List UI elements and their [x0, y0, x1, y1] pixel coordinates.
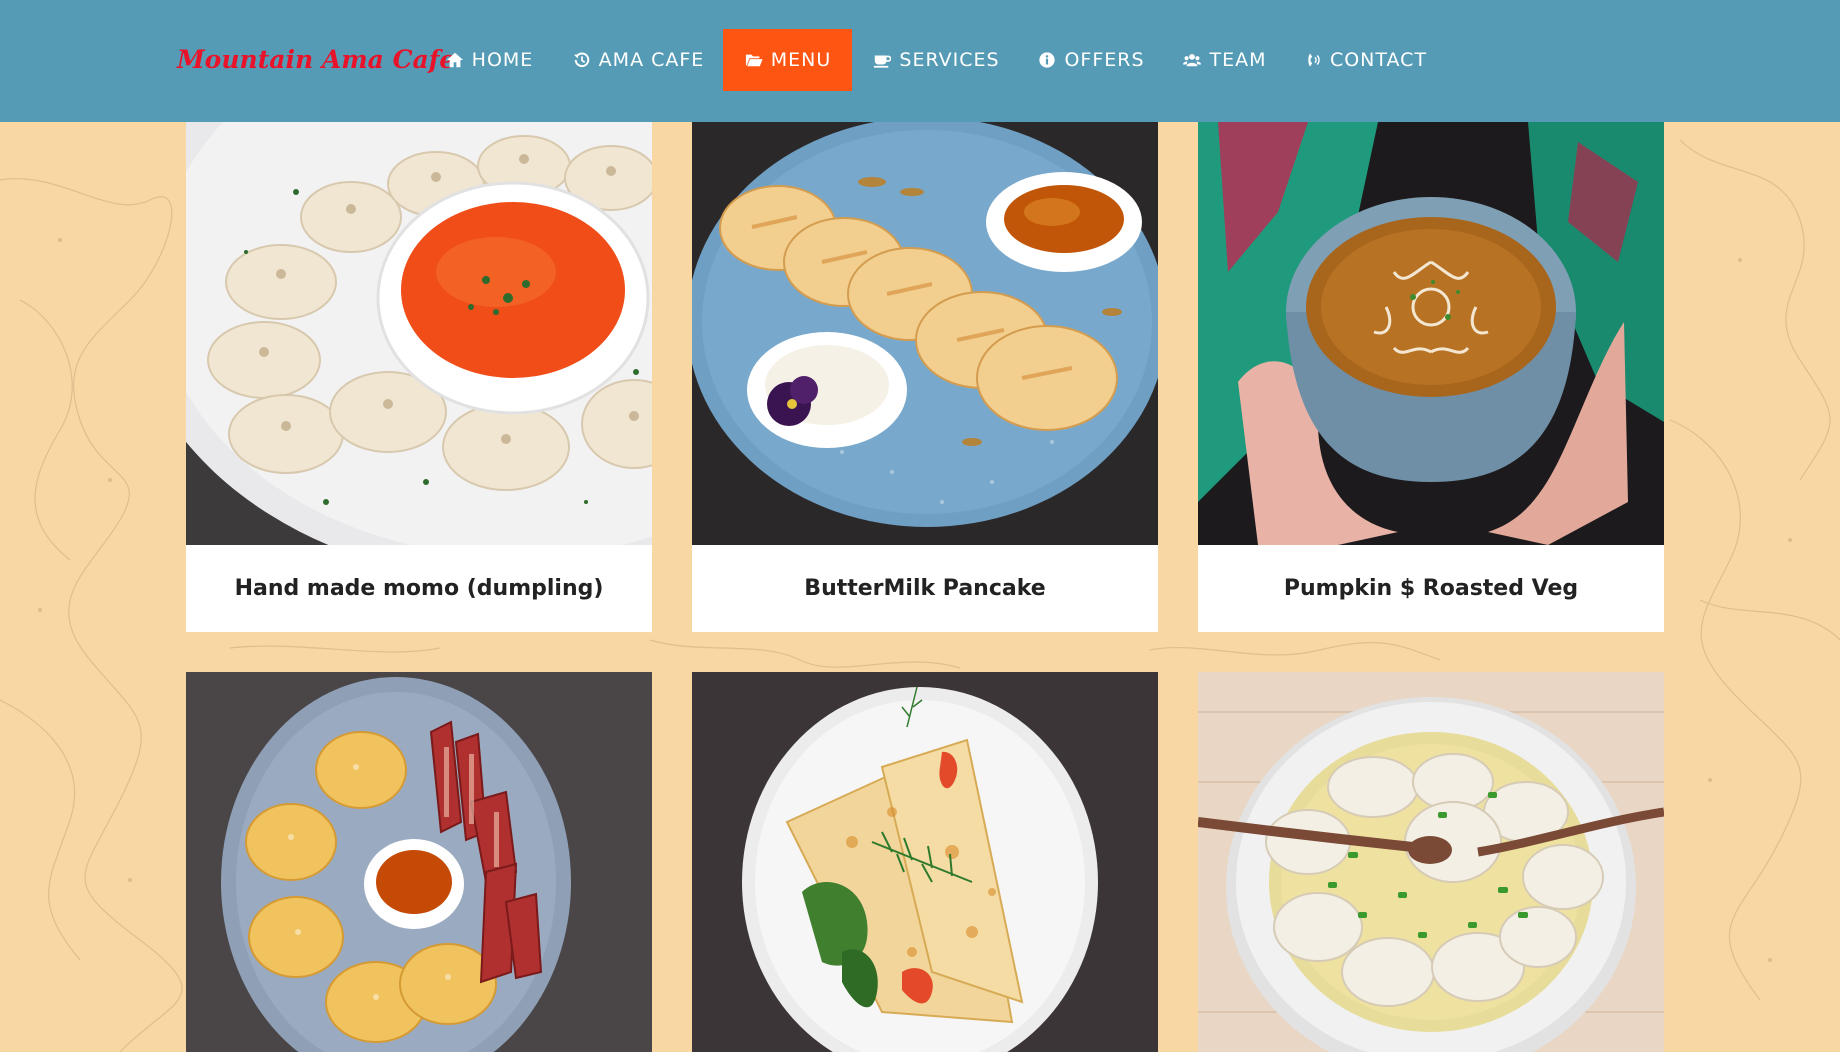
nav-item-home-label: HOME [471, 49, 534, 71]
menu-card[interactable] [186, 672, 652, 1052]
nav-item-contact[interactable]: CONTACT [1305, 29, 1427, 91]
nav-item-services[interactable]: SERVICES [869, 29, 1003, 91]
nav-item-home[interactable]: HOME [438, 29, 540, 91]
pancake-bacon-plate-image [186, 672, 652, 1052]
pumpkin-soup-image [1198, 122, 1664, 545]
nav-item-contact-label: CONTACT [1329, 49, 1428, 71]
top-navbar: Mountain Ama Cafe HOME AMA CAFE MENU SER… [0, 0, 1840, 122]
menu-item-title: ButterMilk Pancake [692, 545, 1158, 632]
coffee-cup-icon [872, 50, 892, 70]
history-icon [572, 50, 592, 70]
menu-card[interactable]: Hand made momo (dumpling) [186, 122, 652, 632]
crepe-plate-image [692, 672, 1158, 1052]
site-logo[interactable]: Mountain Ama Cafe [177, 38, 455, 82]
menu-card[interactable]: ButterMilk Pancake [692, 122, 1158, 632]
nav-item-team-label: TEAM [1209, 49, 1267, 71]
menu-card[interactable] [1198, 672, 1664, 1052]
nav-item-services-label: SERVICES [899, 49, 1000, 71]
menu-card[interactable] [692, 672, 1158, 1052]
nav-item-ama-cafe-label: AMA CAFE [598, 49, 705, 71]
nav-item-menu-label: MENU [770, 49, 832, 71]
nav-item-team[interactable]: TEAM [1181, 29, 1268, 91]
menu-item-title: Pumpkin $ Roasted Veg [1198, 545, 1664, 632]
home-icon [445, 50, 465, 70]
nav-item-ama-cafe[interactable]: AMA CAFE [567, 29, 709, 91]
dumpling-soup-image [1198, 672, 1664, 1052]
momo-plate-image [186, 122, 652, 545]
menu-item-title: Hand made momo (dumpling) [186, 545, 652, 632]
nav-item-offers[interactable]: OFFERS [1036, 29, 1146, 91]
users-icon [1182, 50, 1202, 70]
folder-open-icon [744, 50, 764, 70]
menu-card[interactable]: Pumpkin $ Roasted Veg [1198, 122, 1664, 632]
phone-volume-icon [1305, 50, 1323, 70]
nav-item-offers-label: OFFERS [1064, 49, 1145, 71]
pancake-plate-image [692, 122, 1158, 545]
info-circle-icon [1037, 50, 1057, 70]
nav-item-menu[interactable]: MENU [723, 29, 852, 91]
